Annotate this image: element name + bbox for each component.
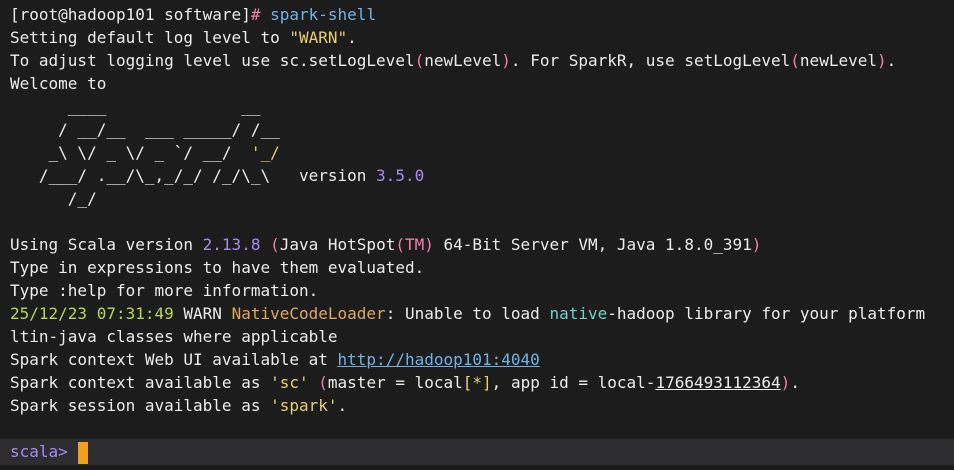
banner-line-3: _\ \/ _ \/ _ `/ __/ '_/: [10, 143, 280, 162]
spark-name: 'spark': [270, 396, 338, 415]
welcome-line: Welcome to: [10, 74, 107, 93]
prompt-symbol: #: [250, 5, 261, 24]
prompt-user-host: [root@hadoop101 software]: [10, 5, 251, 24]
webui-line: Spark context Web UI available at http:/…: [10, 350, 540, 369]
scala-prompt-bar[interactable]: scala>: [0, 439, 954, 465]
spark-version: 3.5.0: [376, 166, 425, 185]
type-help-line: Type :help for more information.: [10, 281, 319, 300]
text-cursor[interactable]: [77, 441, 88, 464]
type-expressions-line: Type in expressions to have them evaluat…: [10, 258, 425, 277]
app-id: 1766493112364: [655, 373, 781, 392]
warn-timestamp: 25/12/23 07:31:49: [10, 304, 174, 323]
warn-class: NativeCodeLoader: [231, 304, 386, 323]
context-line: Spark context available as 'sc' (master …: [10, 373, 800, 392]
command-text: spark-shell: [270, 5, 377, 24]
log-level-value: "WARN": [289, 28, 348, 47]
scala-version: 2.13.8: [202, 235, 261, 254]
banner-line-4: /___/ .__/\_,_/_/ /_/\_\ version 3.5.0: [10, 166, 425, 185]
scala-prompt: scala>: [10, 442, 68, 461]
adjust-logging-line: To adjust logging level use sc.setLogLev…: [10, 51, 897, 70]
warn-line: 25/12/23 07:31:49 WARN NativeCodeLoader:…: [10, 304, 926, 323]
scala-version-line: Using Scala version 2.13.8 (Java HotSpot…: [10, 235, 762, 254]
banner-line-2: / __/__ ___ _____/ /__: [10, 120, 280, 139]
session-line: Spark session available as 'spark'.: [10, 396, 348, 415]
prompt-line: [root@hadoop101 software]# spark-shell: [10, 3, 954, 26]
terminal-window[interactable]: [root@hadoop101 software]# spark-shell S…: [0, 0, 954, 470]
builtin-line: ltin-java classes where applicable: [10, 327, 338, 346]
log-level-line: Setting default log level to "WARN".: [10, 28, 357, 47]
webui-link[interactable]: http://hadoop101:4040: [338, 350, 540, 369]
banner-line-5: /_/: [10, 189, 97, 208]
banner-line-1: ____ __: [10, 97, 261, 116]
sc-name: 'sc': [270, 373, 309, 392]
